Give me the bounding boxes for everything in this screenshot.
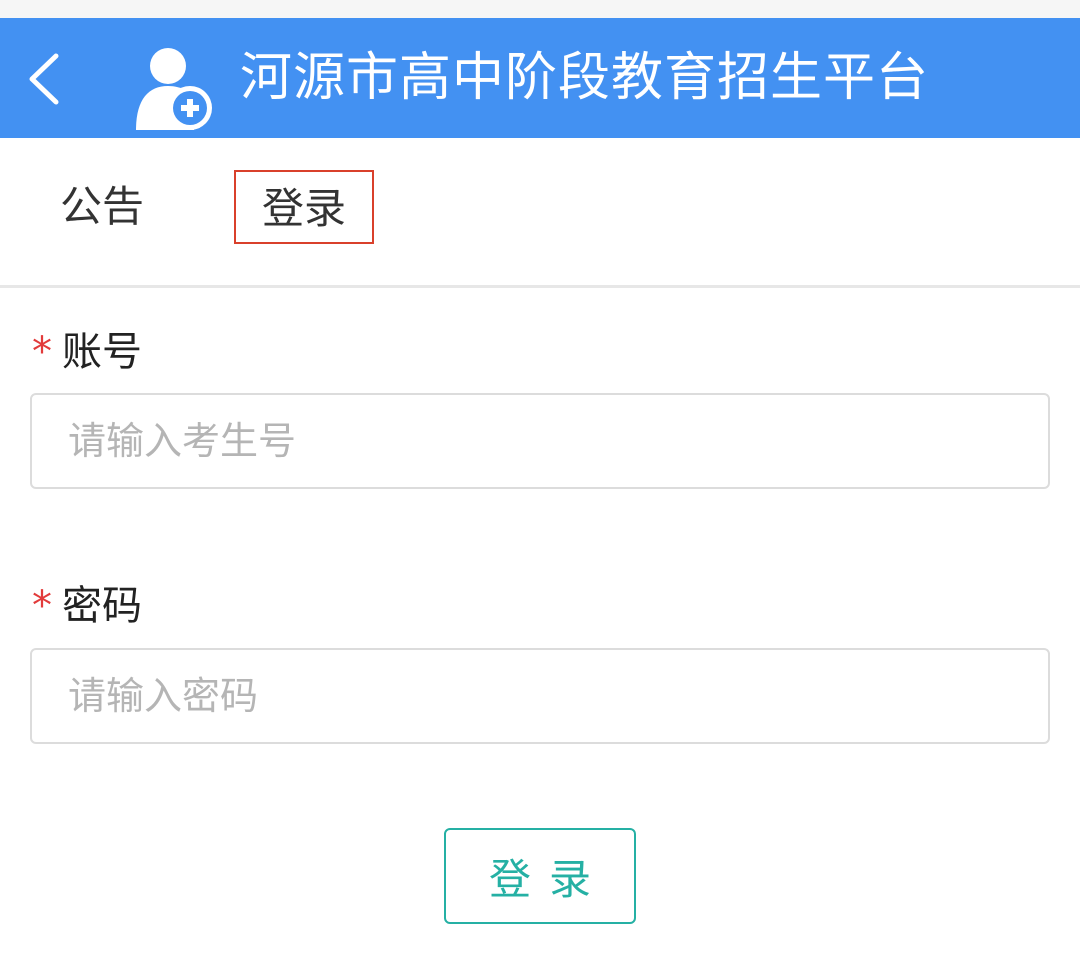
app-title: 河源市高中阶段教育招生平台 — [240, 48, 930, 108]
chevron-left-icon — [29, 53, 59, 105]
user-add-icon — [132, 42, 214, 132]
password-label-text: 密码 — [62, 583, 142, 629]
account-label-text: 账号 — [62, 329, 142, 375]
back-button[interactable] — [22, 48, 72, 110]
password-input[interactable] — [30, 648, 1050, 744]
login-button[interactable]: 登录 — [444, 828, 636, 924]
account-input[interactable] — [30, 393, 1050, 489]
status-strip — [0, 0, 1080, 18]
divider — [0, 285, 1080, 288]
required-mark: * — [32, 329, 52, 375]
tab-login[interactable]: 登录 — [234, 170, 374, 244]
account-label: * 账号 — [32, 326, 142, 378]
app-header: 河源市高中阶段教育招生平台 — [0, 18, 1080, 138]
tab-notice[interactable]: 公告 — [60, 170, 144, 244]
tab-bar: 公告 登录 — [0, 138, 1080, 286]
password-label: * 密码 — [32, 580, 142, 632]
required-mark: * — [32, 583, 52, 629]
